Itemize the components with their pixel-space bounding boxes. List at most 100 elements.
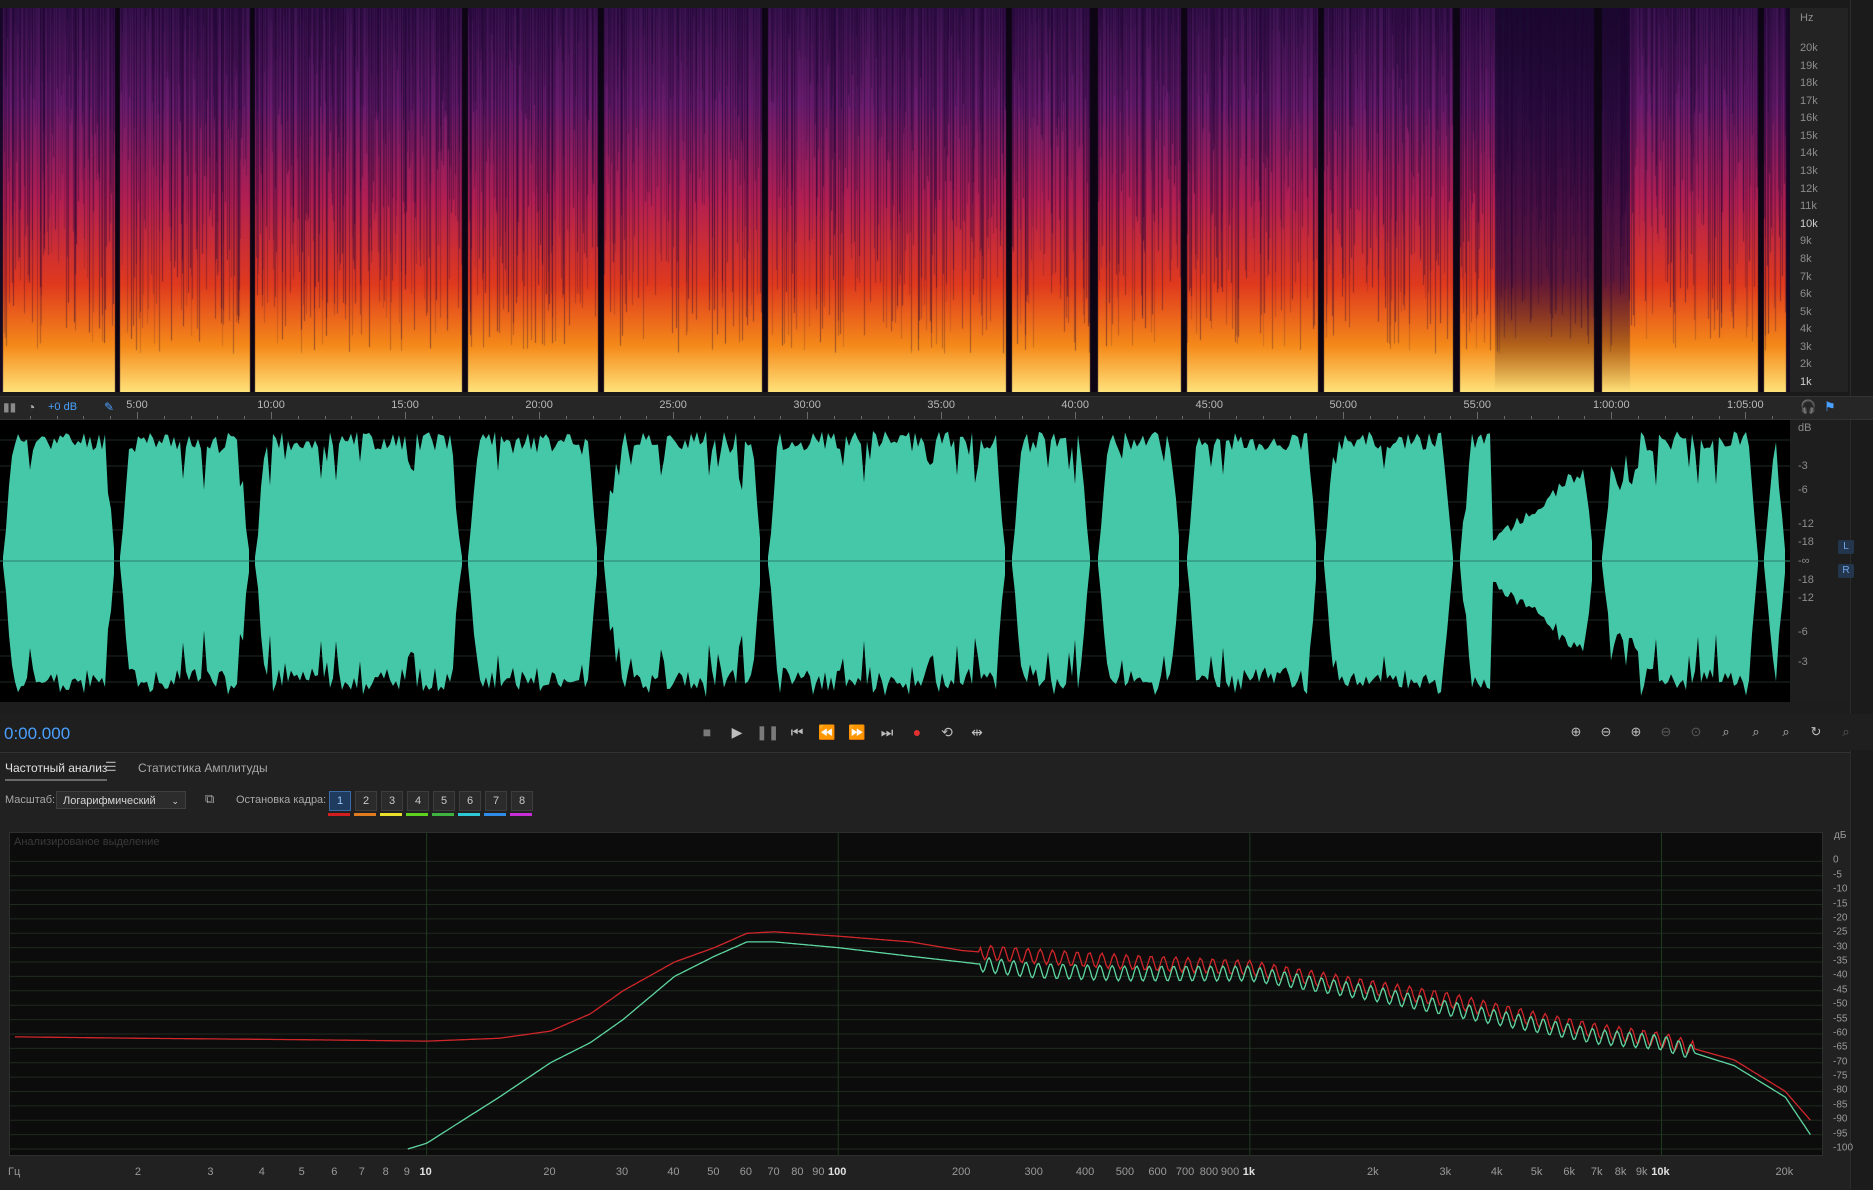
spectral-frequency-display[interactable]: Hz 20k 19k 18k 17k 16k 15k 14k 13k 12k 11k 10k 9k 8k…: [0, 0, 1873, 396]
frequency-analysis-graph[interactable]: [9, 832, 1823, 1156]
vertical-scrollbar[interactable]: [1850, 0, 1873, 1189]
freeze-frame-button-1[interactable]: 1: [329, 791, 351, 811]
fast-forward-button[interactable]: ⏩: [846, 722, 868, 742]
zoom-right-icon[interactable]: ⌕: [1774, 722, 1798, 742]
time-tick-mark: [1530, 416, 1532, 419]
time-tick-mark: [405, 412, 407, 419]
hz-tick-label: 6k: [1800, 288, 1812, 301]
graph-freq-tick: 800: [1199, 1166, 1219, 1178]
freeze-frame-button-8[interactable]: 8: [511, 791, 533, 811]
time-tick-mark: [1182, 416, 1184, 419]
time-tick-mark: [646, 416, 648, 419]
time-tick-mark: [1504, 416, 1506, 419]
channel-left-toggle[interactable]: L: [1838, 540, 1854, 554]
time-tick-mark: [1289, 416, 1291, 419]
rewind-button[interactable]: ⏪: [816, 722, 838, 742]
time-tick-mark: [833, 416, 835, 419]
time-tick-mark: [780, 416, 782, 419]
panel-menu-icon[interactable]: ☰: [105, 759, 117, 775]
graph-freq-tick: 9k: [1635, 1166, 1648, 1178]
graph-freq-tick: 4k: [1490, 1166, 1503, 1178]
graph-freq-tick: 20: [543, 1166, 556, 1178]
time-tick-mark: [137, 412, 139, 419]
scale-dropdown[interactable]: Логарифмический ⌄: [56, 791, 186, 809]
marker-icon[interactable]: ⚑: [1824, 399, 1836, 415]
play-button[interactable]: ▶: [726, 722, 748, 742]
graph-freq-tick: 500: [1115, 1166, 1135, 1178]
time-tick-label: 50:00: [1329, 399, 1358, 411]
zoom-reset-icon[interactable]: ↻: [1804, 722, 1828, 742]
pause-button[interactable]: ❚❚: [756, 722, 779, 742]
freeze-frame-button-6[interactable]: 6: [459, 791, 481, 811]
db-tick-label: -6: [1798, 484, 1808, 496]
graph-db-tick: -40: [1833, 969, 1848, 981]
time-tick-mark: [887, 416, 889, 419]
time-tick-mark: [1664, 416, 1666, 419]
loop-button[interactable]: ⟲: [936, 722, 958, 742]
go-to-start-button[interactable]: ⏮: [786, 722, 808, 742]
time-tick-mark: [271, 412, 273, 419]
freeze-frame-button-5[interactable]: 5: [433, 791, 455, 811]
zoom-in-amplitude-icon[interactable]: ⊕: [1564, 722, 1588, 742]
zoom-selection-icon[interactable]: ⌕: [1714, 722, 1738, 742]
graph-db-tick: -15: [1833, 898, 1848, 910]
zoom-in-time-icon[interactable]: ⊕: [1624, 722, 1648, 742]
graph-db-tick: -5: [1833, 869, 1842, 881]
waveform-segment: [1324, 431, 1453, 694]
hz-tick-label: 15k: [1800, 129, 1818, 142]
freeze-frame-color: [328, 813, 350, 816]
time-tick-label: 40:00: [1061, 399, 1089, 411]
graph-freq-tick: 6: [331, 1166, 338, 1178]
spectrogram-canvas[interactable]: [0, 8, 1790, 392]
freeze-frame-button-4[interactable]: 4: [407, 791, 429, 811]
zoom-extra-icon[interactable]: ⌕: [1834, 722, 1858, 742]
time-tick-mark: [673, 412, 675, 419]
zoom-out-amplitude-icon[interactable]: ⊖: [1594, 722, 1618, 742]
tab-frequency-analysis[interactable]: Частотный анализ: [5, 761, 108, 781]
time-tick-label: 5:00: [126, 399, 148, 411]
record-button[interactable]: ●: [906, 722, 928, 742]
skip-selection-button[interactable]: ⇹: [966, 722, 988, 742]
zoom-full-icon[interactable]: ⊙: [1684, 722, 1708, 742]
freeze-frame-color: [380, 813, 402, 816]
time-tick-mark: [1718, 416, 1720, 419]
time-tick-mark: [699, 416, 701, 419]
waveform-svg[interactable]: [0, 420, 1790, 702]
freeze-frame-color: [432, 813, 454, 816]
freeze-frame-button-2[interactable]: 2: [355, 791, 377, 811]
time-tick-mark: [619, 416, 621, 419]
hz-tick-label: 8k: [1800, 252, 1812, 265]
hz-tick-label: 2k: [1800, 358, 1812, 371]
db-unit-label: dB: [1798, 422, 1812, 434]
pin-icon[interactable]: ✎: [104, 400, 114, 414]
time-ruler[interactable]: ▮▮ ◔ +0 dB ✎ 5:00 10:00 15:00 20:00 25:00 30:…: [0, 396, 1873, 420]
graph-freq-tick: 1k: [1242, 1166, 1255, 1178]
db-tick-label: -18: [1798, 574, 1814, 586]
copy-icon[interactable]: ⧉: [205, 791, 214, 807]
waveform-segment: [1012, 431, 1090, 695]
zoom-out-time-icon[interactable]: ⊖: [1654, 722, 1678, 742]
tab-amplitude-statistics[interactable]: Статистика Амплитуды: [138, 761, 268, 775]
freeze-frame-button-7[interactable]: 7: [485, 791, 507, 811]
meter-icon[interactable]: ▮▮: [3, 400, 16, 414]
time-tick-mark: [512, 416, 514, 419]
go-to-end-button[interactable]: ⏭: [876, 722, 898, 742]
graph-freq-tick: 2: [134, 1166, 141, 1178]
graph-freq-tick: 3: [207, 1166, 214, 1178]
frequency-graph-svg[interactable]: [10, 833, 1822, 1155]
current-time[interactable]: 0:00.000: [4, 724, 70, 744]
graph-db-tick: -35: [1833, 955, 1848, 967]
gain-knob-icon[interactable]: ◔: [27, 399, 35, 415]
time-tick-label: 1:00:00: [1592, 399, 1630, 411]
waveform-display[interactable]: [0, 420, 1790, 702]
time-tick-mark: [29, 416, 31, 419]
gain-readout[interactable]: +0 dB: [48, 401, 77, 413]
freeze-frame-button-3[interactable]: 3: [381, 791, 403, 811]
graph-db-tick: -50: [1833, 998, 1848, 1010]
graph-freq-tick: 60: [739, 1166, 753, 1178]
stop-button[interactable]: ■: [696, 722, 718, 742]
graph-freq-tick: 10k: [1651, 1166, 1670, 1178]
headphones-icon[interactable]: 🎧: [1800, 399, 1816, 415]
channel-right-toggle[interactable]: R: [1838, 564, 1854, 578]
zoom-left-icon[interactable]: ⌕: [1744, 722, 1768, 742]
